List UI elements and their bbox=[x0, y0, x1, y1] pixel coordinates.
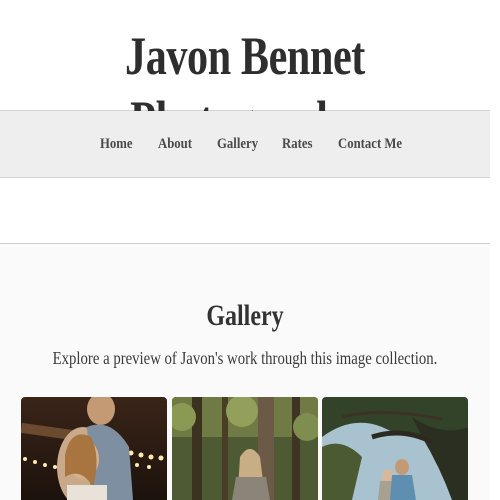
site-header: Javon Bennet Photography bbox=[0, 0, 490, 150]
nav-item-rates[interactable]: Rates bbox=[282, 133, 312, 155]
gallery-photo-couple[interactable] bbox=[21, 397, 167, 500]
gallery-photo-forest[interactable] bbox=[172, 397, 318, 500]
main-nav: Home About Gallery Rates Contact Me bbox=[0, 111, 490, 178]
page: Javon Bennet Photography Home About Gall… bbox=[0, 0, 490, 500]
gallery-heading: Gallery bbox=[206, 299, 284, 332]
nav-item-contact-me[interactable]: Contact Me bbox=[338, 133, 402, 155]
nav-item-gallery[interactable]: Gallery bbox=[217, 133, 258, 155]
scrollbar[interactable] bbox=[490, 0, 500, 500]
nav-item-home[interactable]: Home bbox=[100, 133, 133, 155]
gallery-photo-oaks[interactable] bbox=[322, 397, 468, 500]
nav-item-about[interactable]: About bbox=[158, 133, 192, 155]
couple-photo-image bbox=[21, 397, 167, 500]
forest-photo-image bbox=[172, 397, 318, 500]
oak-photo-image bbox=[322, 397, 468, 500]
gallery-description: Explore a preview of Javon's work throug… bbox=[52, 348, 438, 368]
hero-band bbox=[0, 178, 490, 244]
